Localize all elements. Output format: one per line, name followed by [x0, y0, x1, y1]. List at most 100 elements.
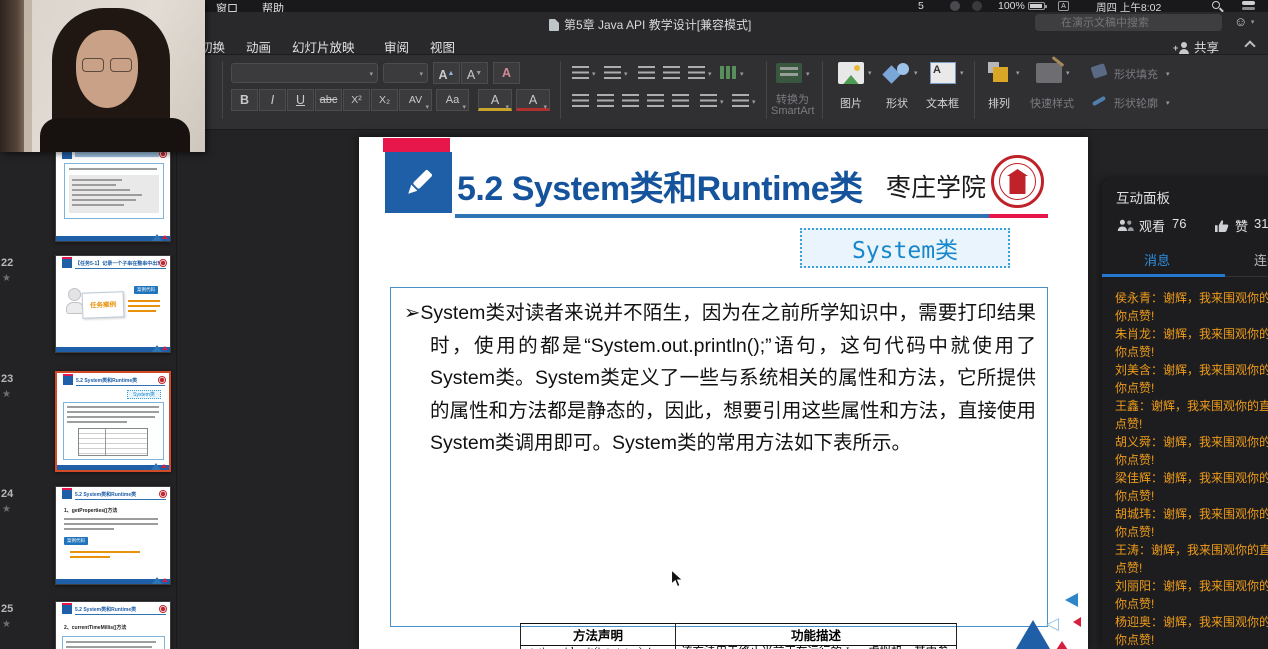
tab-view[interactable]: 视图	[430, 37, 455, 56]
webcam-video-overlay[interactable]	[0, 0, 205, 152]
active-tab-indicator	[1102, 274, 1225, 277]
star-icon: ★	[2, 504, 11, 515]
chat-message: 朱肖龙：谢辉，我来围观你的直播啦，给你点赞!	[1115, 325, 1268, 361]
control-center-icon[interactable]	[1242, 1, 1255, 10]
mouse-cursor	[670, 569, 684, 594]
shape-fill-icon	[1090, 63, 1107, 79]
spotlight-icon[interactable]	[1212, 1, 1220, 9]
likes-icon	[1214, 219, 1229, 236]
chat-message: 胡城玮：谢辉，我来围观你的直播啦，给你点赞!	[1115, 505, 1268, 541]
subscript-button[interactable]: X₂	[371, 89, 398, 111]
ribbon-divider	[974, 61, 975, 119]
chat-message: 王涛：谢辉，我来围观你的直播啦，给你点赞!	[1115, 541, 1268, 577]
chat-message: 刘丽阳：谢辉，我来围观你的直播啦，给你点赞!	[1115, 577, 1268, 613]
slide-thumbnail-21[interactable]	[55, 146, 171, 242]
battery-icon[interactable]	[1028, 2, 1045, 10]
slide-thumbnail-22[interactable]: 【任务5-1】记录一个子串在整串中出现的次数 任务案例 案例代码	[55, 255, 171, 353]
slide-body-text: ➢System类对读者来说并不陌生，因为在之前所学知识中，需要打印结果时，使用的…	[404, 297, 1036, 460]
likes-count: 31	[1254, 216, 1268, 231]
slide-thumbnail-25[interactable]: 5.2 System类和Runtime类 2、currentTimeMillis…	[55, 601, 171, 649]
slide-thumbnail-24[interactable]: 5.2 System类和Runtime类 1、getProperties()方法…	[55, 486, 171, 585]
font-name-dropdown[interactable]: ▾	[231, 63, 378, 83]
text-direction-icon[interactable]	[700, 94, 717, 107]
quick-styles-icon	[1036, 63, 1062, 83]
likes-label: 赞	[1235, 216, 1248, 235]
change-case-button[interactable]: Aa▾	[436, 89, 469, 111]
collapse-ribbon-chevron-icon[interactable]	[1244, 40, 1255, 51]
justify-icon[interactable]	[647, 94, 664, 107]
align-text-icon[interactable]	[732, 94, 749, 107]
tab-slideshow[interactable]: 幻灯片放映	[292, 37, 355, 56]
shape-outline-icon	[1092, 96, 1106, 106]
tab-animations[interactable]: 动画	[246, 37, 271, 56]
underline-button[interactable]: U	[287, 89, 314, 111]
tab-messages[interactable]: 消息	[1102, 250, 1212, 269]
tab-review[interactable]: 审阅	[384, 37, 409, 56]
increase-indent-icon[interactable]	[663, 66, 680, 79]
strikethrough-button[interactable]: abc	[315, 89, 342, 111]
document-icon	[549, 19, 559, 31]
task-board: 任务案例	[82, 291, 125, 318]
numbering-icon[interactable]	[604, 66, 621, 79]
chat-sender-name: 梁佳辉：	[1115, 471, 1163, 485]
highlight-color-button[interactable]: A▾	[478, 89, 512, 111]
columns-icon[interactable]	[720, 66, 737, 79]
thumbnail-number: 23	[1, 373, 19, 385]
character-spacing-button[interactable]: AV▾	[399, 89, 432, 111]
shrink-font-button[interactable]: A▼	[461, 62, 488, 84]
input-method-icon[interactable]: A	[1058, 1, 1069, 11]
line-spacing-icon[interactable]	[688, 66, 705, 79]
chat-sender-name: 王鑫：	[1115, 399, 1151, 413]
slide-thumbnail-23-selected[interactable]: 5.2 System类和Runtime类 System类	[55, 371, 171, 472]
star-icon: ★	[2, 273, 11, 284]
chat-sender-name: 王涛：	[1115, 543, 1151, 557]
font-size-dropdown[interactable]: ▾	[383, 63, 428, 83]
chat-message: 胡义舜：谢辉，我来围观你的直播啦，给你点赞!	[1115, 433, 1268, 469]
viewers-label: 观看	[1139, 216, 1165, 235]
smartart-icon	[776, 63, 802, 83]
notification-badge[interactable]: 5	[918, 0, 924, 12]
tab-mic-connect[interactable]: 连麦	[1212, 250, 1268, 269]
panel-title: 互动面板	[1116, 187, 1170, 207]
slide-canvas: 5.2 System类和Runtime类 枣庄学院 System类 ➢Syste…	[359, 137, 1088, 649]
decrease-indent-icon[interactable]	[638, 66, 655, 79]
pencil-icon	[400, 164, 438, 202]
chat-message: 梁佳辉：谢辉，我来围观你的直播啦，给你点赞!	[1115, 469, 1268, 505]
table-header-decl: 方法声明	[521, 624, 676, 646]
system-class-badge: System类	[800, 228, 1010, 268]
panel-stats: 观看 76 赞 31	[1102, 216, 1268, 238]
font-color-button[interactable]: A▾	[516, 89, 550, 111]
chat-message: 王鑫：谢辉，我来围观你的直播啦，给你点赞!	[1115, 397, 1268, 433]
share-person-icon: +	[1178, 42, 1190, 54]
bold-button[interactable]: B	[231, 89, 258, 111]
superscript-button[interactable]: X²	[343, 89, 370, 111]
share-button[interactable]: + 共享	[1178, 37, 1219, 56]
ribbon-divider	[766, 61, 767, 119]
distribute-icon[interactable]	[672, 94, 689, 107]
presentation-search-input[interactable]	[1035, 14, 1222, 31]
screen: 窗口 帮助 5 100% A 周四 上午8:02 第5章 Java API 教学…	[0, 0, 1268, 649]
chat-message: 杨迎奥：谢辉，我来围观你的直播啦，给你点赞!	[1115, 613, 1268, 649]
align-center-icon[interactable]	[597, 94, 614, 107]
interaction-panel: 互动面板 观看 76 赞 31 消息 连麦 侯永青：谢辉，我来围观你的直播啦，给…	[1102, 178, 1268, 649]
chat-sender-name: 侯永青：	[1115, 291, 1163, 305]
title-underline-red	[989, 214, 1048, 218]
status-circle-icon[interactable]	[950, 1, 960, 11]
clear-formatting-button[interactable]: A	[493, 62, 520, 84]
feedback-smiley-icon[interactable]: ☺ ▾	[1234, 14, 1254, 29]
chat-sender-name: 朱肖龙：	[1115, 327, 1163, 341]
viewers-icon	[1117, 219, 1134, 235]
status-display-icon[interactable]	[972, 1, 982, 11]
align-left-icon[interactable]	[572, 94, 589, 107]
align-right-icon[interactable]	[622, 94, 639, 107]
chat-sender-name: 胡城玮：	[1115, 507, 1163, 521]
chat-message-list: 侯永青：谢辉，我来围观你的直播啦，给你点赞! 朱肖龙：谢辉，我来围观你的直播啦，…	[1115, 289, 1268, 649]
share-label: 共享	[1194, 41, 1219, 55]
battery-percent: 100%	[998, 0, 1025, 12]
bullets-icon[interactable]	[572, 66, 589, 79]
slide-title: 5.2 System类和Runtime类	[457, 161, 863, 210]
italic-button[interactable]: I	[259, 89, 286, 111]
grow-font-button[interactable]: A▲	[433, 62, 460, 84]
table-row: static void exit(int status)↵ 该方法用于终止当前正…	[521, 646, 957, 649]
thumbnail-number: 25	[1, 603, 19, 615]
